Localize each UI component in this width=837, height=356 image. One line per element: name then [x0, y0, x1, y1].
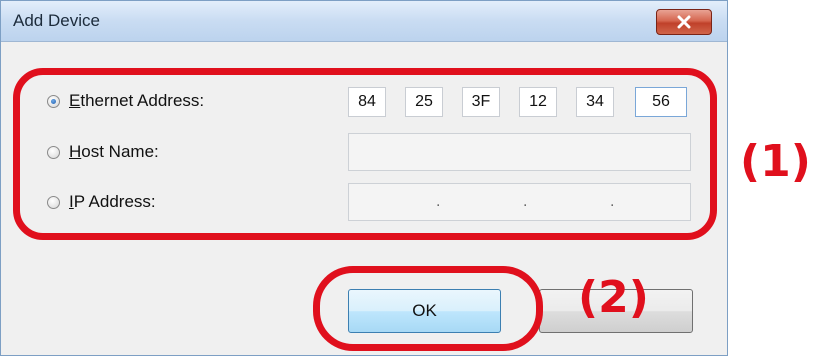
annotation-highlight-address-fields: [13, 68, 717, 240]
annotation-label-2: (2): [578, 272, 649, 323]
close-icon: [677, 15, 691, 29]
annotation-label-1: (1): [740, 136, 811, 187]
close-button[interactable]: [656, 9, 712, 35]
title-bar: Add Device: [1, 1, 727, 42]
window-title: Add Device: [13, 11, 100, 30]
annotation-highlight-ok-button: [313, 266, 543, 351]
